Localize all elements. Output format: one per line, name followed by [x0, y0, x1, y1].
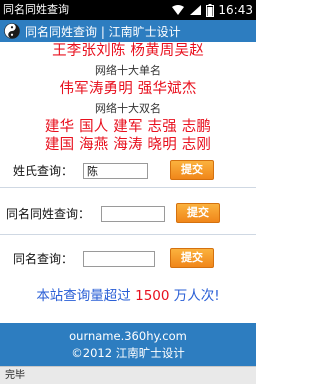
surname-submit-button[interactable]: 提交: [170, 160, 214, 180]
surname-query-label: 姓氏查询：: [13, 164, 74, 178]
surname-query-row: 姓氏查询： 提交: [0, 159, 256, 183]
browser-status-bar: 完毕: [0, 366, 256, 384]
single-names-list: 伟军涛勇明 强华斌杰: [59, 81, 197, 97]
stats-number: 1500: [135, 288, 170, 304]
popular-names-section: 王李张刘陈 杨黄周吴赵 网络十大单名 伟军涛勇明 强华斌杰 网络十大双名 建华 …: [0, 42, 256, 154]
status-app-title: 同名同姓查询: [3, 3, 69, 16]
divider: [0, 234, 256, 235]
status-bar: 同名同姓查询 16:43: [0, 0, 256, 20]
fullname-query-row: 同名同姓查询： 提交: [0, 201, 256, 225]
givenname-query-row: 同名查询： 提交: [0, 247, 256, 271]
double-names-line-1: 建华 国人 建军 志强 志鹏: [44, 119, 212, 135]
divider: [0, 187, 256, 188]
header-title: 同名同姓查询 | 江南旷士设计: [25, 24, 181, 39]
status-time: 16:43: [218, 3, 253, 17]
double-names-line-2: 建国 海燕 海涛 晓明 志刚: [44, 137, 212, 153]
footer-domain: ourname.360hy.com: [69, 329, 187, 343]
wifi-icon: [172, 5, 185, 15]
givenname-query-label: 同名查询：: [13, 252, 74, 266]
surname-input[interactable]: [83, 163, 148, 179]
fullname-input[interactable]: [101, 206, 165, 222]
query-count-banner: 本站查询量超过 1500 万人次!: [0, 287, 256, 305]
givenname-input[interactable]: [83, 251, 155, 267]
single-names-label: 网络十大单名: [95, 64, 161, 77]
yin-yang-icon: [4, 23, 20, 39]
stats-prefix: 本站查询量超过: [36, 288, 136, 304]
stats-suffix: 万人次!: [169, 288, 220, 304]
footer-copyright: ©2012 江南旷士设计: [71, 346, 185, 360]
fullname-query-label: 同名同姓查询：: [6, 207, 91, 221]
app-header: 同名同姓查询 | 江南旷士设计: [0, 20, 256, 42]
givenname-submit-button[interactable]: 提交: [170, 248, 214, 268]
battery-icon: [206, 3, 215, 17]
signal-icon: [190, 5, 202, 15]
page-footer: ourname.360hy.com ©2012 江南旷士设计: [0, 323, 256, 366]
fullname-submit-button[interactable]: 提交: [176, 203, 220, 223]
browser-status-text: 完毕: [5, 370, 25, 381]
status-icons: 16:43: [171, 2, 253, 18]
top-surnames: 王李张刘陈 杨黄周吴赵: [52, 43, 204, 59]
double-names-label: 网络十大双名: [95, 102, 161, 115]
